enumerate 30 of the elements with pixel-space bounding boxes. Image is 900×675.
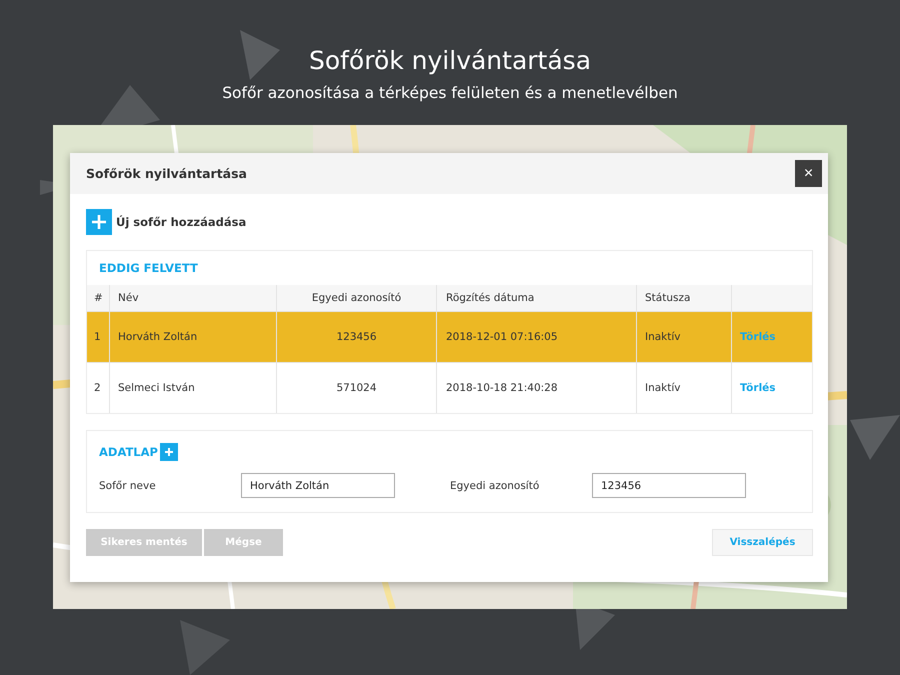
column-header: Státusza — [636, 285, 732, 312]
add-driver-label[interactable]: Új sofőr hozzáadása — [116, 215, 246, 229]
column-header: Egyedi azonosító — [276, 285, 436, 312]
input-field[interactable]: 123456 — [592, 473, 746, 498]
column-header: Név — [110, 285, 276, 312]
close-button[interactable]: × — [795, 160, 822, 187]
table-cell: 571024 — [276, 362, 436, 413]
table-cell: 123456 — [276, 312, 436, 362]
table-cell: Inaktív — [636, 312, 732, 362]
dialog-title: Sofőrök nyilvántartása — [86, 166, 247, 181]
table-cell: 1 — [87, 312, 110, 362]
table-row[interactable]: 1 Horváth Zoltán 123456 2018-12-01 07:16:05 Inaktív Törlés — [87, 312, 812, 362]
page-subtitle: Sofőr azonosítása a térképes felületen és a menetlevélben — [222, 83, 678, 103]
field-label: Sofőr neve — [99, 480, 157, 492]
table-cell: 2018-10-18 21:40:28 — [436, 362, 636, 413]
add-icon[interactable] — [160, 443, 178, 461]
add-icon[interactable] — [86, 209, 112, 235]
table-cell: Horváth Zoltán — [110, 312, 276, 362]
table-cell: 2018-12-01 07:16:05 — [436, 312, 636, 362]
table-cell: Inaktív — [636, 362, 732, 413]
column-header: # — [87, 285, 110, 312]
column-header: Rögzítés dátuma — [436, 285, 636, 312]
section-heading: ADATLAP — [99, 445, 158, 459]
input-field[interactable]: Horváth Zoltán — [241, 473, 395, 498]
table-cell: Selmeci István — [110, 362, 276, 413]
section-heading: EDDIG FELVETT — [98, 260, 199, 277]
field-label: Egyedi azonosító — [450, 480, 540, 492]
page-title: Sofőrök nyilvántartása — [308, 45, 592, 77]
table-row[interactable]: 2 Selmeci István 571024 2018-10-18 21:40:28 Inaktív Törlés — [87, 362, 812, 413]
table-cell: 2 — [87, 362, 110, 413]
